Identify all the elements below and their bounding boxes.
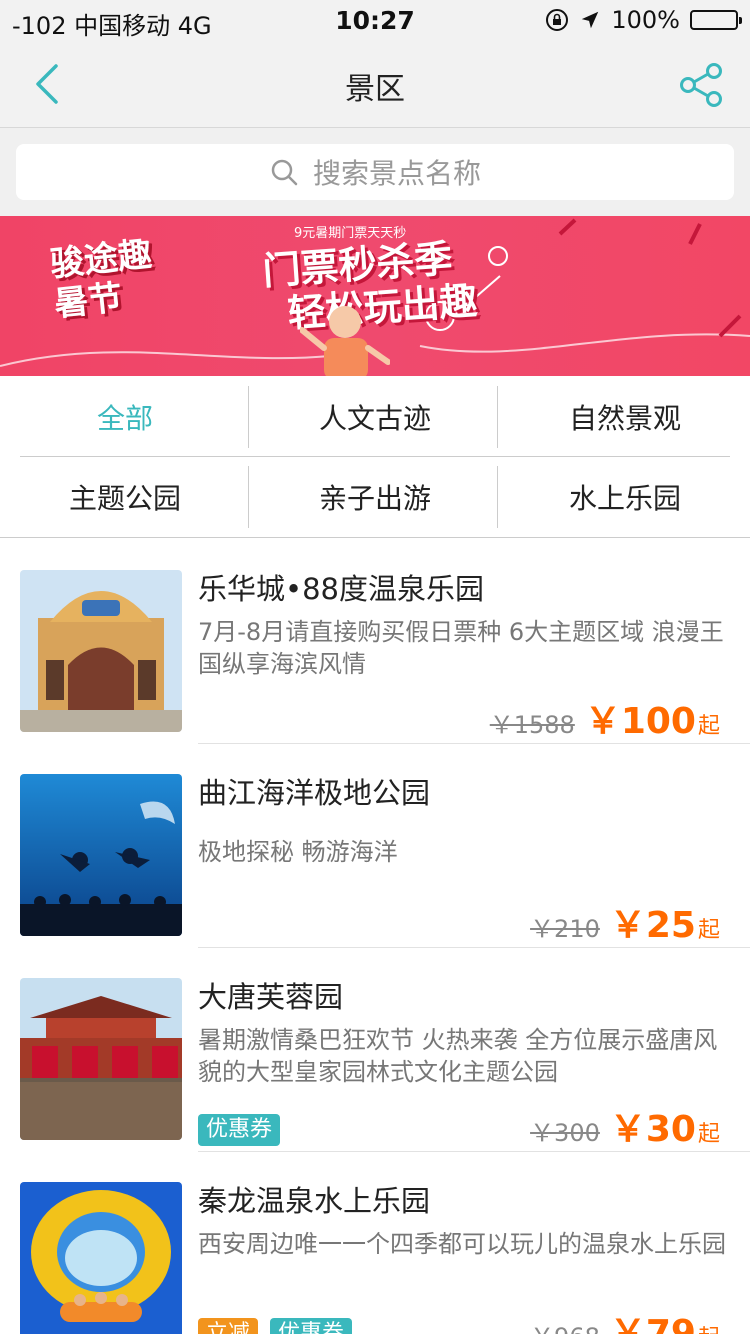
list-item[interactable]: 曲江海洋极地公园 极地探秘 畅游海洋 ￥210 ￥25 起 xyxy=(0,744,750,948)
tag-group: 优惠券 xyxy=(198,1114,281,1146)
banner-logo: 骏途趣暑节 xyxy=(48,234,154,325)
item-description: 7月-8月请直接购买假日票种 6大主题区域 浪漫王国纵享海滨风情 xyxy=(198,618,724,678)
item-thumbnail[interactable] xyxy=(20,774,182,936)
original-price: ￥300 xyxy=(530,1119,600,1147)
location-arrow-icon xyxy=(582,11,599,29)
item-description: 极地探秘 畅游海洋 xyxy=(198,838,398,866)
status-indicators: 100% xyxy=(545,6,742,34)
category-water-park[interactable]: 水上乐园 xyxy=(500,458,750,536)
current-price: ￥79 xyxy=(609,1313,696,1334)
category-nature[interactable]: 自然景观 xyxy=(500,378,750,456)
category-all[interactable]: 全部 xyxy=(0,378,250,456)
rotation-lock-icon xyxy=(546,9,569,31)
share-icon[interactable] xyxy=(678,62,724,108)
status-bar: -102 中国移动 4G 10:27 100% xyxy=(0,0,750,40)
item-price: ￥968 ￥79 起 xyxy=(530,1304,720,1334)
current-price: ￥25 xyxy=(609,905,696,946)
page-title: 景区 xyxy=(345,72,405,107)
item-title[interactable]: 秦龙温泉水上乐园 xyxy=(198,1178,430,1220)
original-price: ￥210 xyxy=(530,915,600,943)
current-price: ￥30 xyxy=(609,1109,696,1150)
current-price: ￥100 xyxy=(584,701,696,742)
list-item[interactable]: 乐华城•88度温泉乐园 7月-8月请直接购买假日票种 6大主题区域 浪漫王国纵享… xyxy=(0,540,750,744)
list-item[interactable]: 大唐芙蓉园 暑期激情桑巴狂欢节 火热来袭 全方位展示盛唐风貌的大型皇家园林式文化… xyxy=(0,948,750,1152)
item-thumbnail[interactable] xyxy=(20,978,182,1140)
divider xyxy=(248,386,249,448)
item-thumbnail[interactable] xyxy=(20,570,182,732)
item-price: ￥300 ￥30 起 xyxy=(530,1100,720,1152)
list-item[interactable]: 秦龙温泉水上乐园 西安周边唯一一个四季都可以玩儿的温泉水上乐园 立减 优惠券 ￥… xyxy=(0,1152,750,1334)
battery-icon xyxy=(690,10,742,30)
category-theme-park[interactable]: 主题公园 xyxy=(0,458,250,536)
item-title[interactable]: 大唐芙蓉园 xyxy=(198,974,343,1016)
search-icon xyxy=(271,159,298,186)
category-family[interactable]: 亲子出游 xyxy=(250,458,500,536)
item-price: ￥1588 ￥100 起 xyxy=(490,692,720,744)
category-grid: 全部 人文古迹 自然景观 主题公园 亲子出游 水上乐园 xyxy=(0,378,750,538)
price-unit: 起 xyxy=(697,918,720,943)
divider xyxy=(248,466,249,528)
discount-tag: 立减 xyxy=(198,1318,259,1334)
search-input[interactable]: 搜索景点名称 xyxy=(16,144,734,200)
item-price: ￥210 ￥25 起 xyxy=(530,896,720,948)
divider xyxy=(20,456,730,457)
item-description: 西安周边唯一一个四季都可以玩儿的温泉水上乐园 xyxy=(198,1230,726,1258)
price-unit: 起 xyxy=(698,1320,720,1334)
search-placeholder: 搜索景点名称 xyxy=(312,157,481,190)
divider xyxy=(497,386,498,448)
price-unit: 起 xyxy=(697,714,720,739)
tag-group: 立减 优惠券 xyxy=(198,1318,353,1334)
original-price: ￥968 xyxy=(530,1317,600,1334)
banner-subtitle: 9元暑期门票天天秒 xyxy=(294,226,407,241)
coupon-tag: 优惠券 xyxy=(270,1318,353,1334)
original-price: ￥1588 xyxy=(489,711,575,739)
banner-figure-image xyxy=(300,306,390,376)
nav-bar: 景区 xyxy=(0,40,750,128)
item-title[interactable]: 曲江海洋极地公园 xyxy=(198,770,430,812)
category-culture[interactable]: 人文古迹 xyxy=(250,378,500,456)
item-description: 暑期激情桑巴狂欢节 火热来袭 全方位展示盛唐风貌的大型皇家园林式文化主题公园 xyxy=(198,1026,718,1086)
item-title[interactable]: 乐华城•88度温泉乐园 xyxy=(198,566,484,608)
coupon-tag: 优惠券 xyxy=(198,1114,281,1146)
battery-percent: 100% xyxy=(611,6,680,34)
price-unit: 起 xyxy=(697,1122,720,1147)
divider xyxy=(497,466,498,528)
search-area: 搜索景点名称 xyxy=(0,128,750,216)
promo-banner[interactable]: 骏途趣暑节 9元暑期门票天天秒 门票秒杀季 轻松玩出趣 xyxy=(0,216,750,376)
item-thumbnail[interactable] xyxy=(20,1182,182,1334)
